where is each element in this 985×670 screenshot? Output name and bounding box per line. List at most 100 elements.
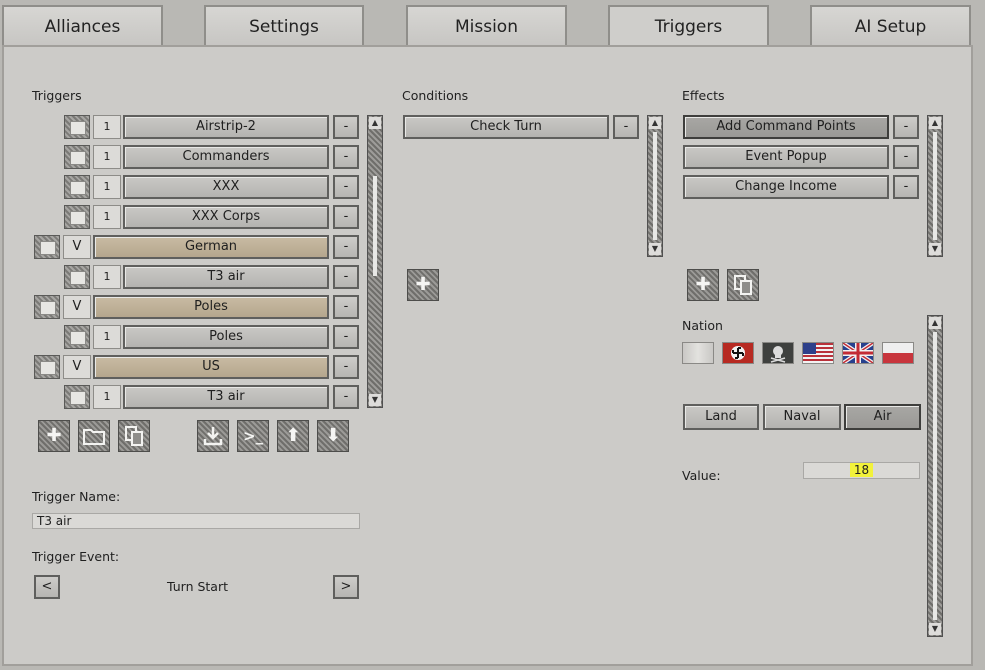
scroll-thumb[interactable] [653,132,657,240]
trigger-badge[interactable]: 1 [93,325,121,349]
skull-flag-icon[interactable] [762,342,794,364]
trigger-badge[interactable]: V [63,295,91,319]
domain-naval-button[interactable]: Naval [763,404,841,430]
remove-trigger-button[interactable]: - [333,295,359,319]
poland-flag-icon[interactable] [882,342,914,364]
prev-event-button[interactable]: < [34,575,60,599]
scroll-up-icon[interactable]: ▲ [929,117,941,129]
add-trigger-button[interactable]: ✚ [38,420,70,452]
trigger-badge[interactable]: 1 [93,385,121,409]
scroll-down-icon[interactable]: ▼ [929,243,941,255]
next-event-button[interactable]: > [333,575,359,599]
tab-triggers[interactable]: Triggers [608,5,769,48]
remove-trigger-button[interactable]: - [333,115,359,139]
remove-trigger-button[interactable]: - [333,145,359,169]
move-down-button[interactable]: ⬇ [317,420,349,452]
remove-trigger-button[interactable]: - [333,385,359,409]
tab-settings[interactable]: Settings [204,5,364,45]
domain-air-button[interactable]: Air [844,404,921,430]
scroll-thumb[interactable] [933,132,937,240]
tab-ai-setup[interactable]: AI Setup [810,5,971,45]
add-condition-button[interactable]: ✚ [407,269,439,301]
trigger-row[interactable]: Airstrip-2 [123,115,329,139]
copy-icon [125,426,143,446]
tab-alliances[interactable]: Alliances [2,5,163,45]
trigger-row[interactable]: Commanders [123,145,329,169]
trigger-group-row[interactable]: Poles [93,295,329,319]
import-button[interactable] [197,420,229,452]
trigger-group-row[interactable]: German [93,235,329,259]
trigger-list-scrollbar[interactable]: ▲ ▼ [367,115,383,408]
trigger-badge[interactable]: 1 [93,175,121,199]
arrow-up-icon: ⬆ [285,425,301,446]
remove-effect-button[interactable]: - [893,175,919,199]
effect-change-income[interactable]: Change Income [683,175,889,199]
trigger-row[interactable]: XXX Corps [123,205,329,229]
scroll-up-icon[interactable]: ▲ [649,117,661,129]
trigger-row[interactable]: T3 air [123,265,329,289]
remove-trigger-button[interactable]: - [333,355,359,379]
trigger-badge[interactable]: 1 [93,205,121,229]
us-flag-icon[interactable] [802,342,834,364]
remove-trigger-button[interactable]: - [333,235,359,259]
scroll-up-icon[interactable]: ▲ [929,317,941,329]
nation-panel-scrollbar[interactable]: ▲ ▼ [927,315,943,637]
trigger-row[interactable]: T3 air [123,385,329,409]
trigger-checkbox[interactable] [34,295,60,319]
remove-effect-button[interactable]: - [893,145,919,169]
triggers-title: Triggers [32,88,82,103]
condition-check-turn[interactable]: Check Turn [403,115,609,139]
trigger-checkbox[interactable] [34,355,60,379]
remove-trigger-button[interactable]: - [333,175,359,199]
trigger-badge[interactable]: 1 [93,115,121,139]
remove-trigger-button[interactable]: - [333,325,359,349]
arrow-down-icon: ⬇ [325,425,341,446]
trigger-checkbox[interactable] [64,205,90,229]
copy-trigger-button[interactable] [118,420,150,452]
console-icon: >_ [242,427,264,445]
effects-scrollbar[interactable]: ▲ ▼ [927,115,943,257]
move-up-button[interactable]: ⬆ [277,420,309,452]
folder-button[interactable] [78,420,110,452]
plus-icon: ✚ [46,425,62,446]
remove-trigger-button[interactable]: - [333,205,359,229]
scroll-up-icon[interactable]: ▲ [369,117,381,129]
german-flag-icon[interactable] [722,342,754,364]
trigger-badge[interactable]: 1 [93,265,121,289]
download-icon [203,427,223,446]
trigger-checkbox[interactable] [34,235,60,259]
scroll-down-icon[interactable]: ▼ [649,243,661,255]
remove-condition-button[interactable]: - [613,115,639,139]
neutral-flag-icon[interactable] [682,342,714,364]
trigger-badge[interactable]: V [63,355,91,379]
nation-title: Nation [682,318,723,333]
uk-flag-icon[interactable] [841,341,875,365]
trigger-checkbox[interactable] [64,175,90,199]
trigger-row[interactable]: XXX [123,175,329,199]
trigger-checkbox[interactable] [64,145,90,169]
trigger-badge[interactable]: 1 [93,145,121,169]
copy-effect-button[interactable] [727,269,759,301]
domain-land-button[interactable]: Land [683,404,759,430]
value-input[interactable]: 18 [803,462,920,479]
trigger-checkbox[interactable] [64,325,90,349]
script-button[interactable]: >_ [237,420,269,452]
trigger-row[interactable]: Poles [123,325,329,349]
scroll-thumb[interactable] [933,332,937,620]
trigger-checkbox[interactable] [64,385,90,409]
scroll-down-icon[interactable]: ▼ [929,623,941,635]
scroll-thumb[interactable] [373,176,377,276]
tab-mission[interactable]: Mission [406,5,567,45]
effect-add-command-points[interactable]: Add Command Points [683,115,889,139]
effect-event-popup[interactable]: Event Popup [683,145,889,169]
trigger-badge[interactable]: V [63,235,91,259]
conditions-scrollbar[interactable]: ▲ ▼ [647,115,663,257]
trigger-checkbox[interactable] [64,265,90,289]
add-effect-button[interactable]: ✚ [687,269,719,301]
remove-effect-button[interactable]: - [893,115,919,139]
trigger-name-input[interactable]: T3 air [32,513,360,529]
remove-trigger-button[interactable]: - [333,265,359,289]
trigger-group-row[interactable]: US [93,355,329,379]
scroll-down-icon[interactable]: ▼ [369,394,381,406]
trigger-checkbox[interactable] [64,115,90,139]
